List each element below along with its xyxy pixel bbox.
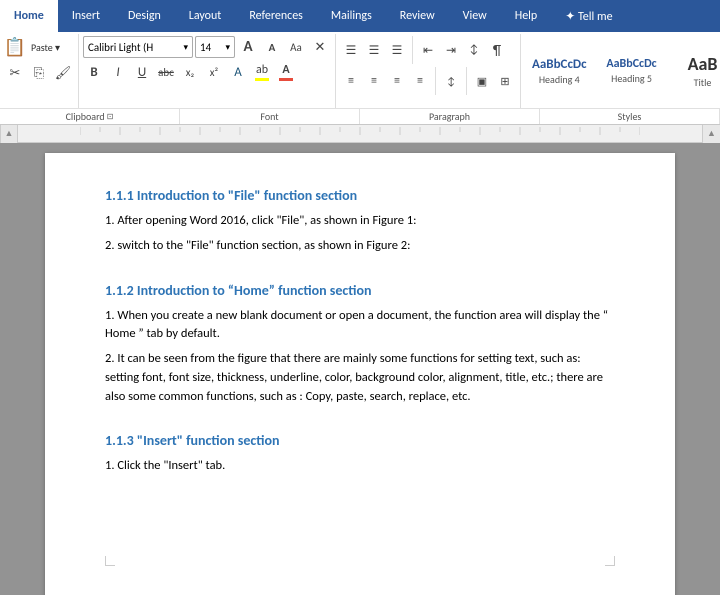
format-painter-button[interactable]: 🖌 xyxy=(52,62,74,84)
increase-indent-button[interactable]: ⇥ xyxy=(440,39,462,61)
bold-button[interactable]: B xyxy=(83,61,105,83)
tab-mailings[interactable]: Mailings xyxy=(317,0,386,32)
style-heading4[interactable]: AaBbCcDc Heading 4 xyxy=(523,50,596,92)
section-2: 1.1.2 Introduction to “Home” function se… xyxy=(105,282,615,407)
text-highlight-button[interactable]: ab xyxy=(251,61,273,83)
decrease-indent-button[interactable]: ⇤ xyxy=(417,39,439,61)
ruler-right-button[interactable]: ▲ xyxy=(702,125,720,143)
font-increase-button[interactable]: A xyxy=(237,36,259,58)
section-2-heading: 1.1.2 Introduction to “Home” function se… xyxy=(105,282,615,299)
font-size-selector[interactable]: 14 ▾ xyxy=(195,36,235,58)
tab-bar: Home Insert Design Layout References Mai… xyxy=(0,0,720,32)
tab-review[interactable]: Review xyxy=(386,0,449,32)
font-decrease-button[interactable]: A xyxy=(261,36,283,58)
section-1-heading: 1.1.1 Introduction to "File" function se… xyxy=(105,187,615,204)
shading-button[interactable]: ▣ xyxy=(471,70,493,92)
tab-help[interactable]: Help xyxy=(501,0,552,32)
cut-button[interactable]: ✂ xyxy=(4,62,26,84)
tab-design[interactable]: Design xyxy=(114,0,175,32)
section-2-para-2: 2. It can be seen from the figure that t… xyxy=(105,350,615,406)
change-case-button[interactable]: Aa xyxy=(285,36,307,58)
document-page: 1.1.1 Introduction to "File" function se… xyxy=(45,153,675,595)
section-1: 1.1.1 Introduction to "File" function se… xyxy=(105,187,615,256)
paste-button[interactable]: 📋 xyxy=(4,36,26,58)
numbering-button[interactable]: ☰ xyxy=(363,39,385,61)
text-effects-button[interactable]: A xyxy=(227,61,249,83)
content-area: 1.1.1 Introduction to "File" function se… xyxy=(0,143,720,595)
clear-format-button[interactable]: ✕ xyxy=(309,36,331,58)
align-left-button[interactable]: ≡ xyxy=(340,70,362,92)
strikethrough-button[interactable]: abc xyxy=(155,61,177,83)
borders-button[interactable]: ⊞ xyxy=(494,70,516,92)
sort-button[interactable]: ↕ xyxy=(463,39,485,61)
align-center-button[interactable]: ≡ xyxy=(363,70,385,92)
font-family-selector[interactable]: Calibri Light (H ▾ xyxy=(83,36,193,58)
group-labels-row: Clipboard ⊡ Font Paragraph Styles xyxy=(0,108,720,124)
show-marks-button[interactable]: ¶ xyxy=(486,39,508,61)
clipboard-group-label: Clipboard ⊡ xyxy=(0,109,180,124)
tab-insert[interactable]: Insert xyxy=(58,0,114,32)
styles-panel: AaBbCcDc Heading 4 AaBbCcDc Heading 5 Aa… xyxy=(523,50,720,92)
section-1-para-2: 2. switch to the "File" function section… xyxy=(105,237,615,256)
section-2-para-1: 1. When you create a new blank document … xyxy=(105,307,615,345)
line-spacing-button[interactable]: ↕ xyxy=(440,70,462,92)
font-group-label: Font xyxy=(180,109,360,124)
section-3-para-1: 1. Click the "Insert" tab. xyxy=(105,457,615,476)
font-color-button[interactable]: A xyxy=(275,61,297,83)
subscript-button[interactable]: x₂ xyxy=(179,61,201,83)
styles-group-label: Styles xyxy=(540,109,720,124)
superscript-button[interactable]: x² xyxy=(203,61,225,83)
justify-button[interactable]: ≡ xyxy=(409,70,431,92)
tab-references[interactable]: References xyxy=(235,0,317,32)
ruler-bar: ▲ xyxy=(0,125,720,143)
tab-layout[interactable]: Layout xyxy=(175,0,236,32)
align-right-button[interactable]: ≡ xyxy=(386,70,408,92)
clipboard-expand[interactable]: ⊡ xyxy=(107,112,114,122)
style-heading5[interactable]: AaBbCcDc Heading 5 xyxy=(597,50,667,92)
section-3: 1.1.3 "Insert" function section 1. Click… xyxy=(105,432,615,476)
section-1-para-1: 1. After opening Word 2016, click "File"… xyxy=(105,212,615,231)
italic-button[interactable]: I xyxy=(107,61,129,83)
paragraph-group-label: Paragraph xyxy=(360,109,540,124)
tab-home[interactable]: Home xyxy=(0,0,58,32)
toolbar-area: 📋 Paste ▾ ✂ ⎘ 🖌 Calibri Light (H ▾ 14 xyxy=(0,32,720,125)
bullets-button[interactable]: ☰ xyxy=(340,39,362,61)
underline-button[interactable]: U xyxy=(131,61,153,83)
tab-view[interactable]: View xyxy=(449,0,501,32)
tab-tell-me[interactable]: ✦ Tell me xyxy=(551,0,626,32)
paste-dropdown[interactable]: Paste ▾ xyxy=(28,40,63,55)
multilevel-list-button[interactable]: ☰ xyxy=(386,39,408,61)
ruler-left-button[interactable]: ▲ xyxy=(0,125,18,143)
section-3-heading: 1.1.3 "Insert" function section xyxy=(105,432,615,449)
style-title[interactable]: AaB Title xyxy=(668,50,720,92)
copy-button[interactable]: ⎘ xyxy=(28,62,50,84)
